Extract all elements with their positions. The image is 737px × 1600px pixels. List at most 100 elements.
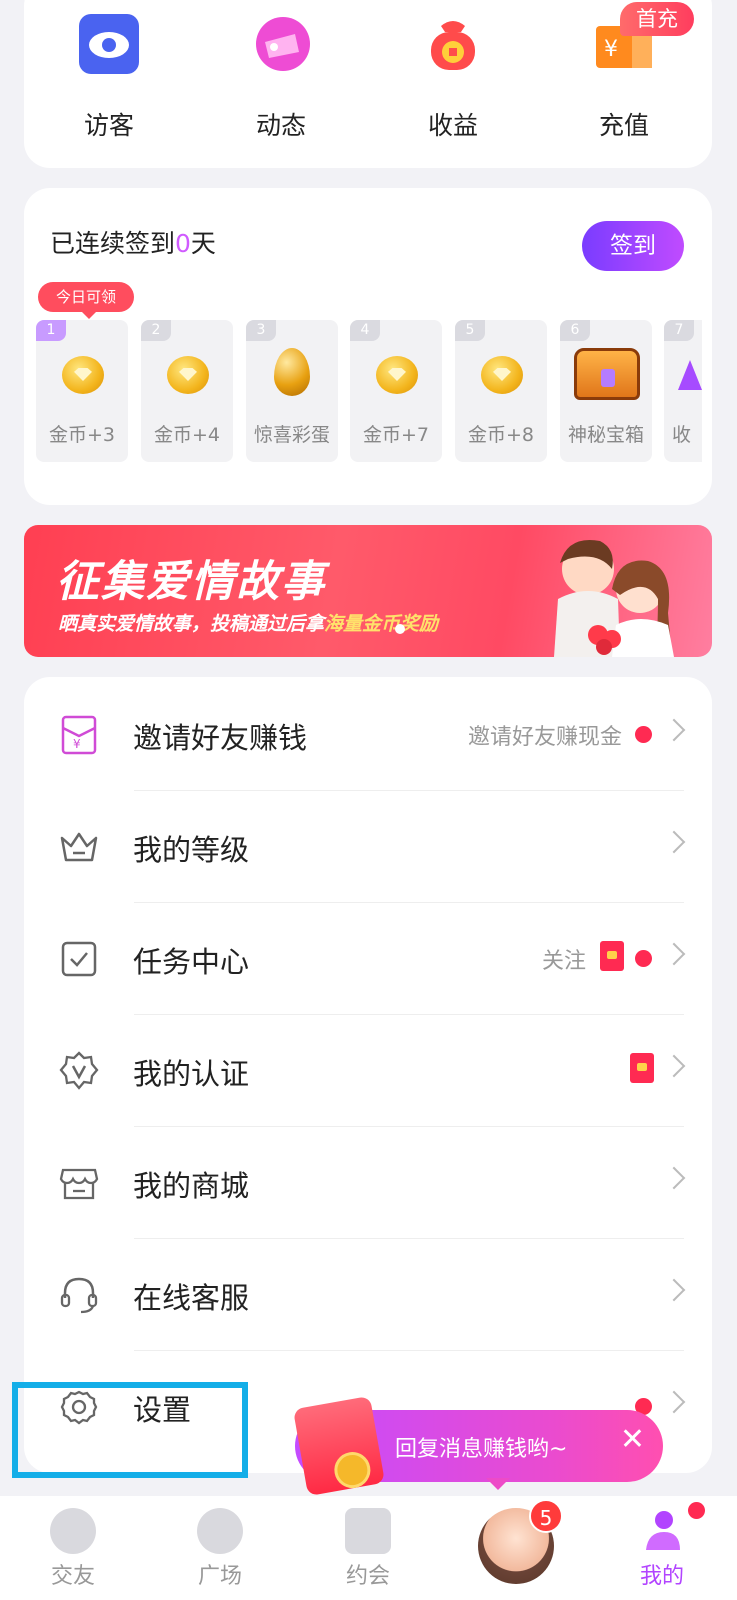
toast-pointer (486, 1478, 510, 1490)
day-reward-label: 收 (672, 424, 692, 446)
tab-label: 交友 (50, 1564, 95, 1589)
menu-item-invite-friends[interactable]: ¥ 邀请好友赚钱 邀请好友赚现金 (24, 677, 712, 791)
message-count-badge: 5 (529, 1499, 563, 1533)
menu-item-label: 任务中心 (133, 945, 250, 979)
checkin-card: 已连续签到0天 签到 今日可领 1 金币+3 2 金币+4 3 惊喜彩蛋 4 金… (24, 188, 712, 505)
menu-item-my-store[interactable]: 我的商城 (24, 1125, 712, 1239)
visitors-button[interactable]: 访客 (49, 12, 169, 142)
checkin-day-5[interactable]: 5 金币+8 (455, 320, 547, 462)
close-icon[interactable]: ✕ (620, 1422, 645, 1457)
gold-coin-icon (62, 356, 104, 394)
tab-label: 约会 (345, 1564, 390, 1589)
day-reward-label: 神秘宝箱 (567, 424, 644, 446)
quick-actions-card: 访客 动态 收益 ¥ 充值 (24, 0, 712, 168)
tab-label: 广场 (197, 1564, 242, 1589)
day-number: 5 (455, 320, 485, 341)
checkin-day-4[interactable]: 4 金币+7 (350, 320, 442, 462)
chevron-right-icon (662, 830, 686, 854)
recharge-label: 充值 (598, 111, 649, 140)
svg-text:¥: ¥ (73, 737, 81, 751)
moments-button[interactable]: 动态 (221, 12, 341, 142)
day-number: 1 (36, 320, 66, 341)
day-reward-label: 金币+3 (48, 424, 115, 446)
day-number: 2 (141, 320, 171, 341)
red-envelope-icon (630, 1053, 654, 1083)
gold-coin-icon (481, 356, 523, 394)
notification-dot (635, 726, 652, 743)
red-envelope-icon (600, 941, 624, 971)
money-bag-icon (421, 12, 485, 76)
task-check-icon (61, 941, 97, 977)
gold-coin-icon (167, 356, 209, 394)
notification-dot (688, 1502, 705, 1519)
day-reward-label: 金币+8 (467, 424, 534, 446)
menu-item-label: 我的认证 (133, 1057, 250, 1091)
day-reward-label: 惊喜彩蛋 (253, 424, 330, 446)
checkin-day-2[interactable]: 2 金币+4 (141, 320, 233, 462)
chevron-right-icon (662, 718, 686, 742)
crown-icon (60, 832, 98, 862)
menu-item-label: 我的商城 (133, 1169, 250, 1203)
banner-title: 征集爱情故事 (56, 557, 326, 607)
checkin-day-3[interactable]: 3 惊喜彩蛋 (246, 320, 338, 462)
tab-plaza[interactable]: 广场 (170, 1508, 270, 1590)
settings-highlight-box (12, 1382, 248, 1478)
follow-hint: 关注 (541, 949, 586, 974)
tab-friends[interactable]: 交友 (23, 1508, 123, 1590)
friends-icon (50, 1508, 96, 1554)
menu-item-my-verification[interactable]: 我的认证 (24, 1013, 712, 1127)
sign-in-button[interactable]: 签到 (582, 221, 684, 271)
toast-label: 回复消息赚钱哟~ (395, 1437, 568, 1462)
menu-item-task-center[interactable]: 任务中心 关注 (24, 901, 712, 1015)
menu-card: ¥ 邀请好友赚钱 邀请好友赚现金 我的等级 任务中心 关注 我的认证 我的商城 … (24, 677, 712, 1473)
checkin-days-count: 0 (175, 229, 191, 258)
checkin-day-1[interactable]: 1 金币+3 (36, 320, 128, 462)
earnings-button[interactable]: 收益 (393, 12, 513, 142)
moments-label: 动态 (255, 111, 306, 140)
gold-coin-icon (376, 356, 418, 394)
bottom-navigation: 交友 广场 约会 我的 (0, 1496, 737, 1600)
menu-item-label: 邀请好友赚钱 (133, 721, 308, 755)
plaza-icon (197, 1508, 243, 1554)
menu-item-label: 我的等级 (133, 833, 250, 867)
day-number: 7 (664, 320, 694, 341)
invite-envelope-icon: ¥ (61, 715, 97, 755)
chevron-right-icon (662, 1278, 686, 1302)
day-number: 4 (350, 320, 380, 341)
tab-label: 我的 (639, 1564, 684, 1589)
day-reward-label: 金币+7 (362, 424, 429, 446)
carousel-indicator (395, 624, 405, 634)
svg-text:¥: ¥ (604, 37, 618, 62)
verified-badge-icon (59, 1051, 99, 1090)
menu-item-label: 在线客服 (133, 1281, 250, 1315)
tab-dating[interactable]: 约会 (318, 1508, 418, 1590)
chevron-right-icon (662, 942, 686, 966)
chevron-right-icon (662, 1054, 686, 1078)
day-number: 6 (560, 320, 590, 341)
headset-icon (60, 1277, 98, 1314)
chevron-right-icon (662, 1166, 686, 1190)
couple-illustration (554, 539, 674, 657)
store-icon (59, 1168, 99, 1200)
love-story-banner[interactable]: 征集爱情故事 晒真实爱情故事，投稿通过后拿海量金币奖励 (24, 525, 712, 657)
menu-item-my-level[interactable]: 我的等级 (24, 789, 712, 903)
checkin-title: 已连续签到0天 (50, 224, 216, 260)
checkin-day-6[interactable]: 6 神秘宝箱 (560, 320, 652, 462)
treasure-chest-icon (574, 348, 640, 400)
video-date-icon (345, 1508, 391, 1554)
red-packet-icon (292, 1395, 386, 1497)
chevron-right-icon (662, 1390, 686, 1414)
day-number: 3 (246, 320, 276, 341)
banner-subtitle-highlight: 海量金币奖励 (324, 613, 439, 635)
earnings-label: 收益 (427, 111, 478, 140)
coin-icon (331, 1449, 374, 1491)
moments-icon (249, 12, 313, 76)
menu-item-customer-service[interactable]: 在线客服 (24, 1237, 712, 1351)
day-reward-label: 金币+4 (153, 424, 220, 446)
checkin-day-7[interactable]: 7 收 (664, 320, 702, 462)
invite-cash-hint: 邀请好友赚现金 (467, 725, 622, 750)
eye-icon (77, 12, 141, 76)
banner-subtitle-text: 晒真实爱情故事，投稿通过后拿 (58, 613, 325, 635)
checkin-days-list: 1 金币+3 2 金币+4 3 惊喜彩蛋 4 金币+7 5 金币+8 6 神秘宝… (36, 320, 702, 462)
golden-egg-icon (274, 348, 310, 396)
